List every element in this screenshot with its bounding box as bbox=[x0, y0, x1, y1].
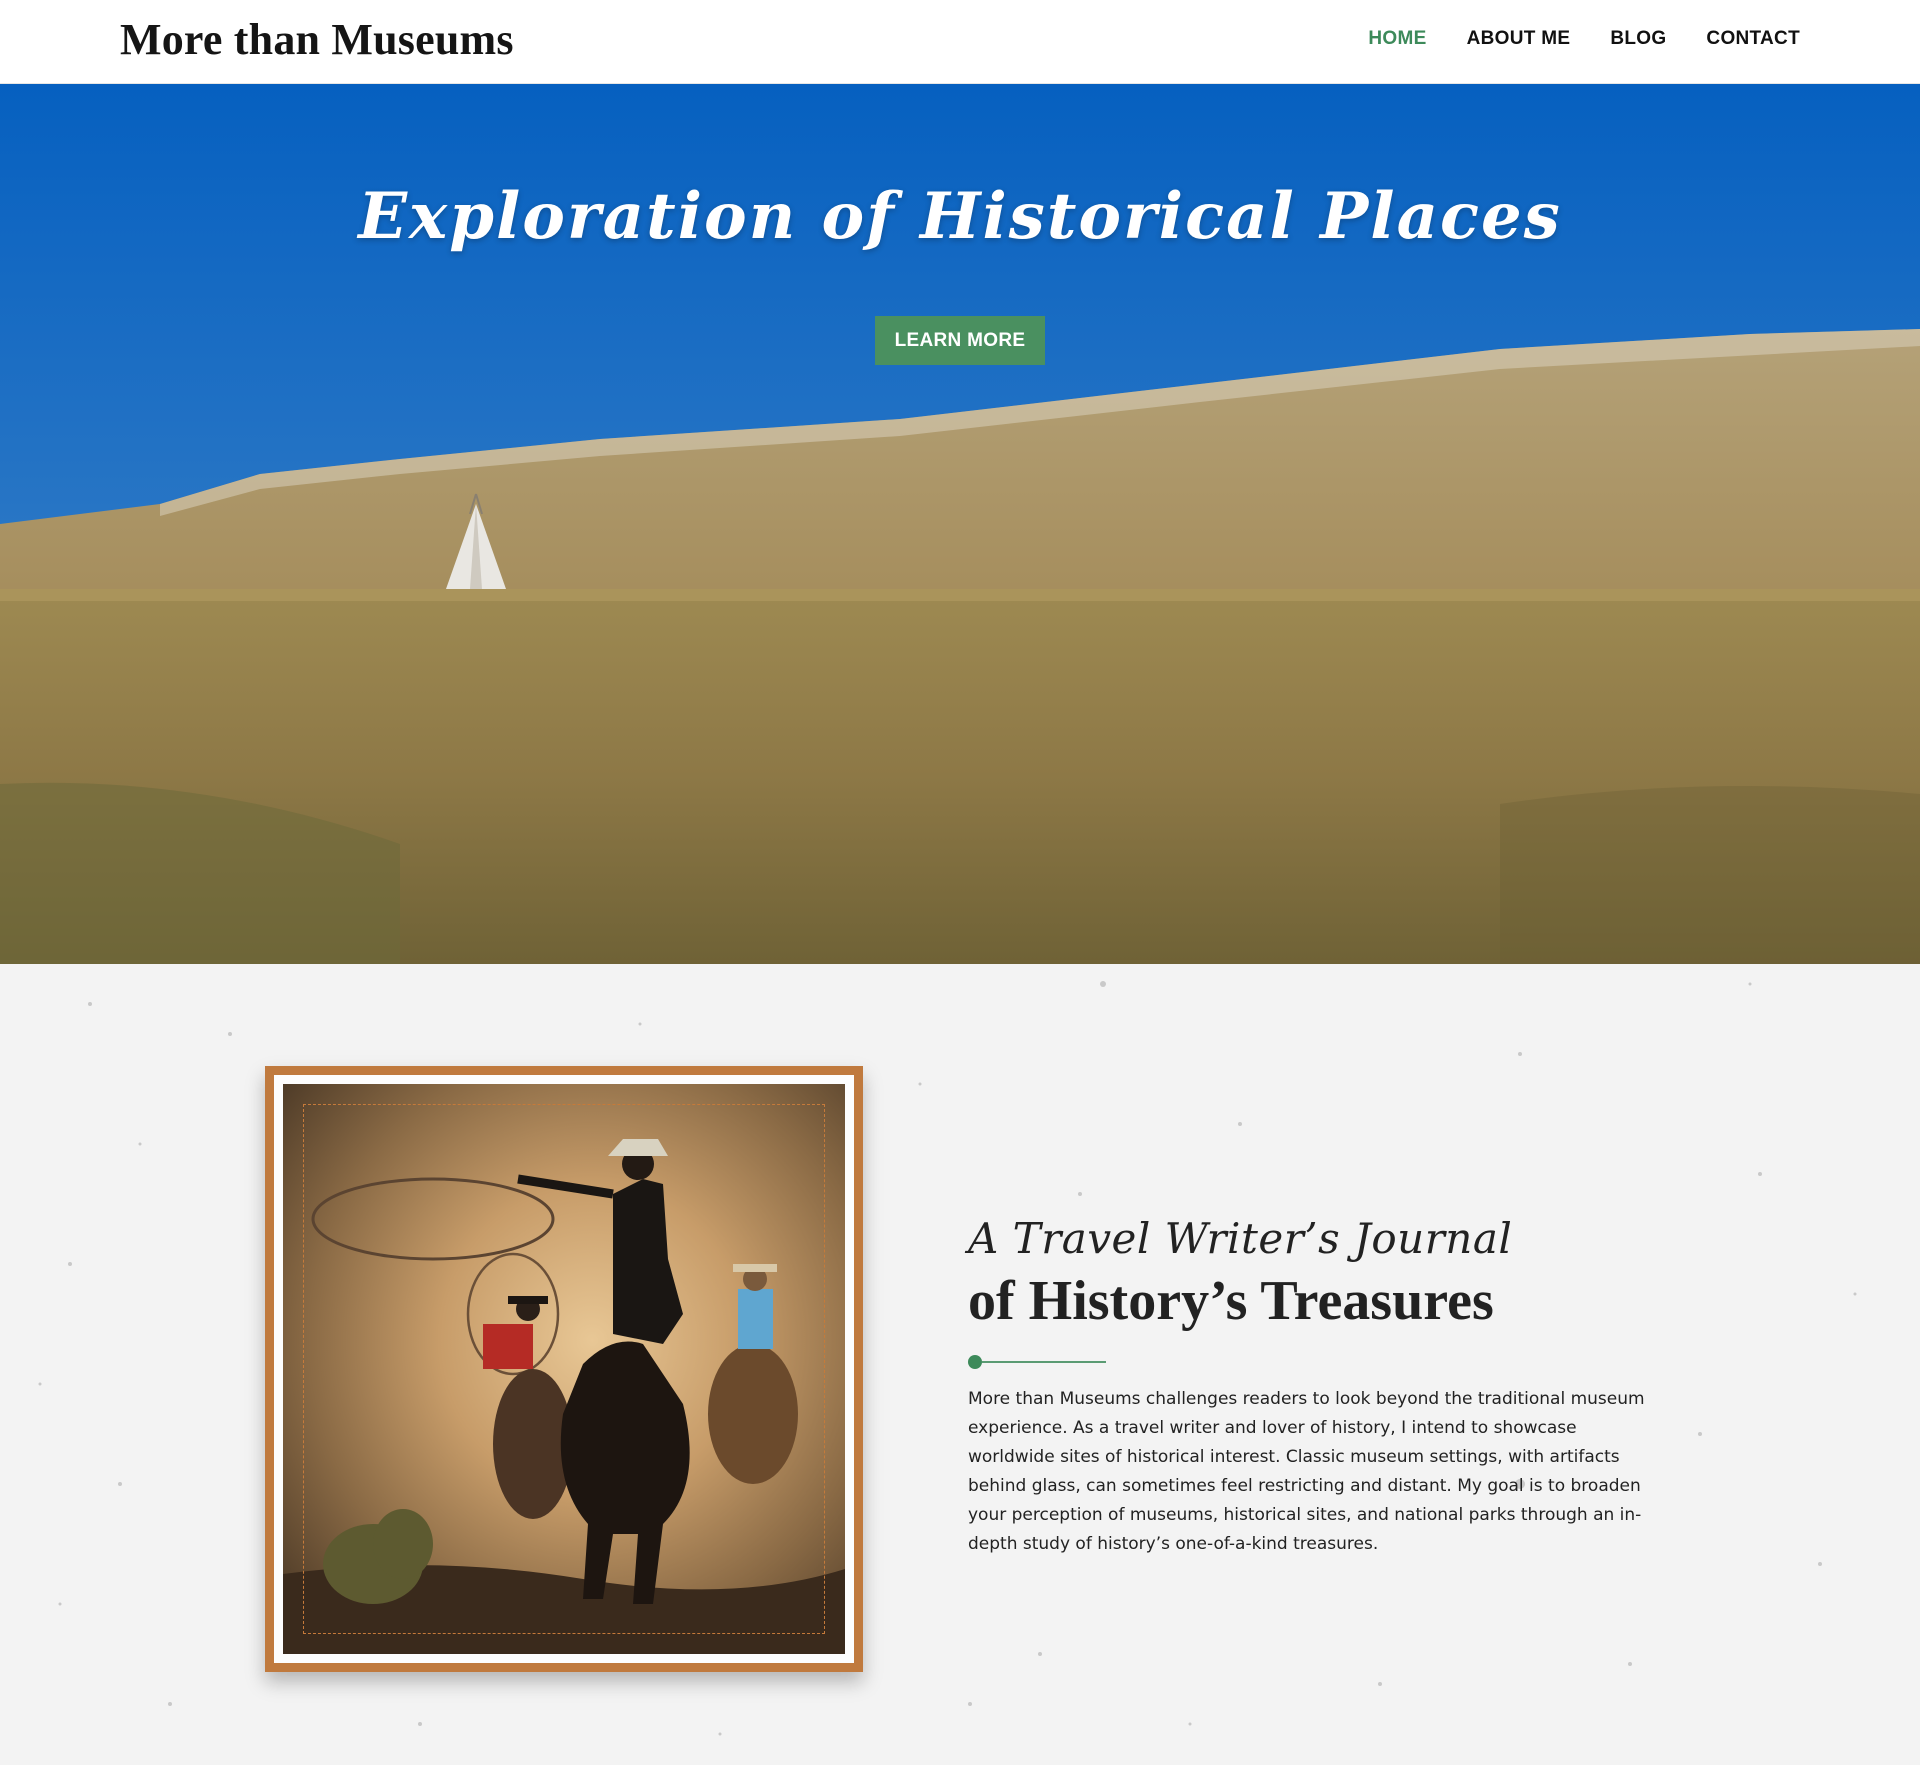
nav-contact[interactable]: CONTACT bbox=[1706, 28, 1800, 50]
cowboys-photo bbox=[283, 1084, 845, 1654]
hero-banner: Exploration of Historical Places LEARN M… bbox=[0, 84, 1920, 964]
site-header: More than Museums HOME ABOUT ME BLOG CON… bbox=[0, 0, 1920, 84]
main-nav: HOME ABOUT ME BLOG CONTACT bbox=[1368, 28, 1800, 50]
nav-about-me[interactable]: ABOUT ME bbox=[1467, 28, 1571, 50]
photo-dashed-border bbox=[303, 1104, 825, 1634]
nav-blog[interactable]: BLOG bbox=[1610, 28, 1666, 50]
hero-title: Exploration of Historical Places bbox=[358, 179, 1562, 254]
site-logo[interactable]: More than Museums bbox=[120, 14, 514, 65]
about-section: A Travel Writer’s Journal of History’s T… bbox=[0, 964, 1920, 1765]
about-kicker: A Travel Writer’s Journal bbox=[968, 1214, 1513, 1263]
nav-home[interactable]: HOME bbox=[1368, 28, 1426, 50]
learn-more-button[interactable]: LEARN MORE bbox=[875, 316, 1045, 365]
about-heading: of History’s Treasures bbox=[968, 1270, 1494, 1332]
about-body-text: More than Museums challenges readers to … bbox=[968, 1389, 1645, 1554]
divider-dot-icon bbox=[968, 1355, 982, 1369]
about-text-block: A Travel Writer’s Journal of History’s T… bbox=[968, 1214, 1668, 1559]
featured-photo-frame bbox=[265, 1066, 863, 1672]
heading-divider bbox=[968, 1355, 1108, 1369]
